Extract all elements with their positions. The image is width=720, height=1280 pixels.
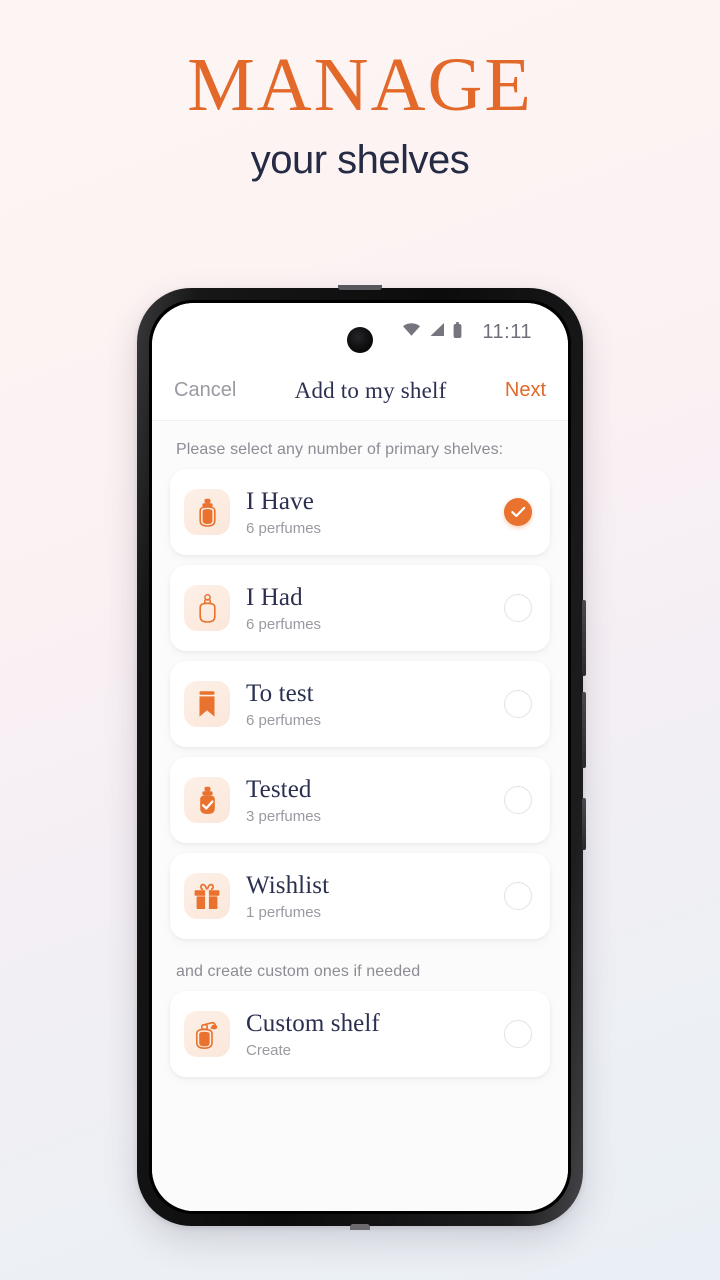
phone-mockup: 11:11 Cancel Add to my shelf Next Please… [137,285,586,1230]
shelf-row-i-had[interactable]: I Had 6 perfumes [170,565,550,651]
cancel-button[interactable]: Cancel [174,379,236,402]
promo-headline-block: MANAGE your shelves [0,0,720,183]
shelf-row-text: Wishlist 1 perfumes [246,871,504,921]
shelf-title: Custom shelf [246,1010,380,1038]
battery-icon [453,321,462,343]
shelf-row-text: To test 6 perfumes [246,679,504,729]
gift-icon [184,873,230,919]
status-time: 11:11 [482,320,532,343]
cellular-signal-icon [429,322,445,342]
custom-shelves-label: and create custom ones if needed [176,963,421,980]
shelf-title: Wishlist [246,872,330,900]
shelf-row-tested[interactable]: Tested 3 perfumes [170,757,550,843]
promo-headline: MANAGE [187,43,533,127]
shelf-subtitle: 3 perfumes [246,807,322,825]
shelf-selection-content: Please select any number of primary shel… [152,421,568,1211]
wifi-icon [402,322,421,342]
shelf-row-text: I Have 6 perfumes [246,487,504,537]
phone-bottom-port [350,1224,370,1230]
shelf-subtitle: 6 perfumes [246,711,322,729]
shelf-title: Tested [246,776,312,804]
shelf-checkbox[interactable] [504,882,532,910]
power-button[interactable] [582,798,586,850]
primary-shelves-label: Please select any number of primary shel… [176,441,504,458]
shelf-checkbox-selected[interactable] [504,498,532,526]
shelf-title: I Have [246,488,314,516]
status-bar: 11:11 [152,303,568,361]
perfume-atomizer-icon [184,1011,230,1057]
phone-screen: 11:11 Cancel Add to my shelf Next Please… [152,303,568,1211]
shelf-subtitle: 6 perfumes [246,615,322,633]
shelf-row-text: I Had 6 perfumes [246,583,504,633]
shelf-title: I Had [246,584,303,612]
phone-bezel: 11:11 Cancel Add to my shelf Next Please… [149,300,571,1214]
shelf-row-to-test[interactable]: To test 6 perfumes [170,661,550,747]
shelf-row-custom-shelf[interactable]: Custom shelf Create [170,991,550,1077]
promo-subheadline: your shelves [250,137,470,182]
bookmark-icon [184,681,230,727]
perfume-bottle-filled-icon [184,489,230,535]
shelf-title: To test [246,680,314,708]
navigation-bar: Cancel Add to my shelf Next [152,361,568,421]
shelf-checkbox[interactable] [504,1020,532,1048]
shelf-subtitle: 1 perfumes [246,903,322,921]
status-icon-group: 11:11 [402,321,532,344]
page-title: Add to my shelf [294,377,447,403]
shelf-checkbox[interactable] [504,594,532,622]
shelf-checkbox[interactable] [504,786,532,814]
perfume-bottle-check-icon [184,777,230,823]
shelf-subtitle: 6 perfumes [246,519,322,537]
perfume-bottle-outline-icon [184,585,230,631]
shelf-row-wishlist[interactable]: Wishlist 1 perfumes [170,853,550,939]
shelf-checkbox[interactable] [504,690,532,718]
phone-earpiece [338,285,382,290]
shelf-row-i-have[interactable]: I Have 6 perfumes [170,469,550,555]
shelf-row-text: Tested 3 perfumes [246,775,504,825]
volume-down-button[interactable] [582,692,586,768]
next-button[interactable]: Next [505,379,546,402]
shelf-subtitle: Create [246,1041,292,1059]
volume-up-button[interactable] [582,600,586,676]
shelf-row-text: Custom shelf Create [246,1009,504,1059]
front-camera-icon [347,327,373,353]
